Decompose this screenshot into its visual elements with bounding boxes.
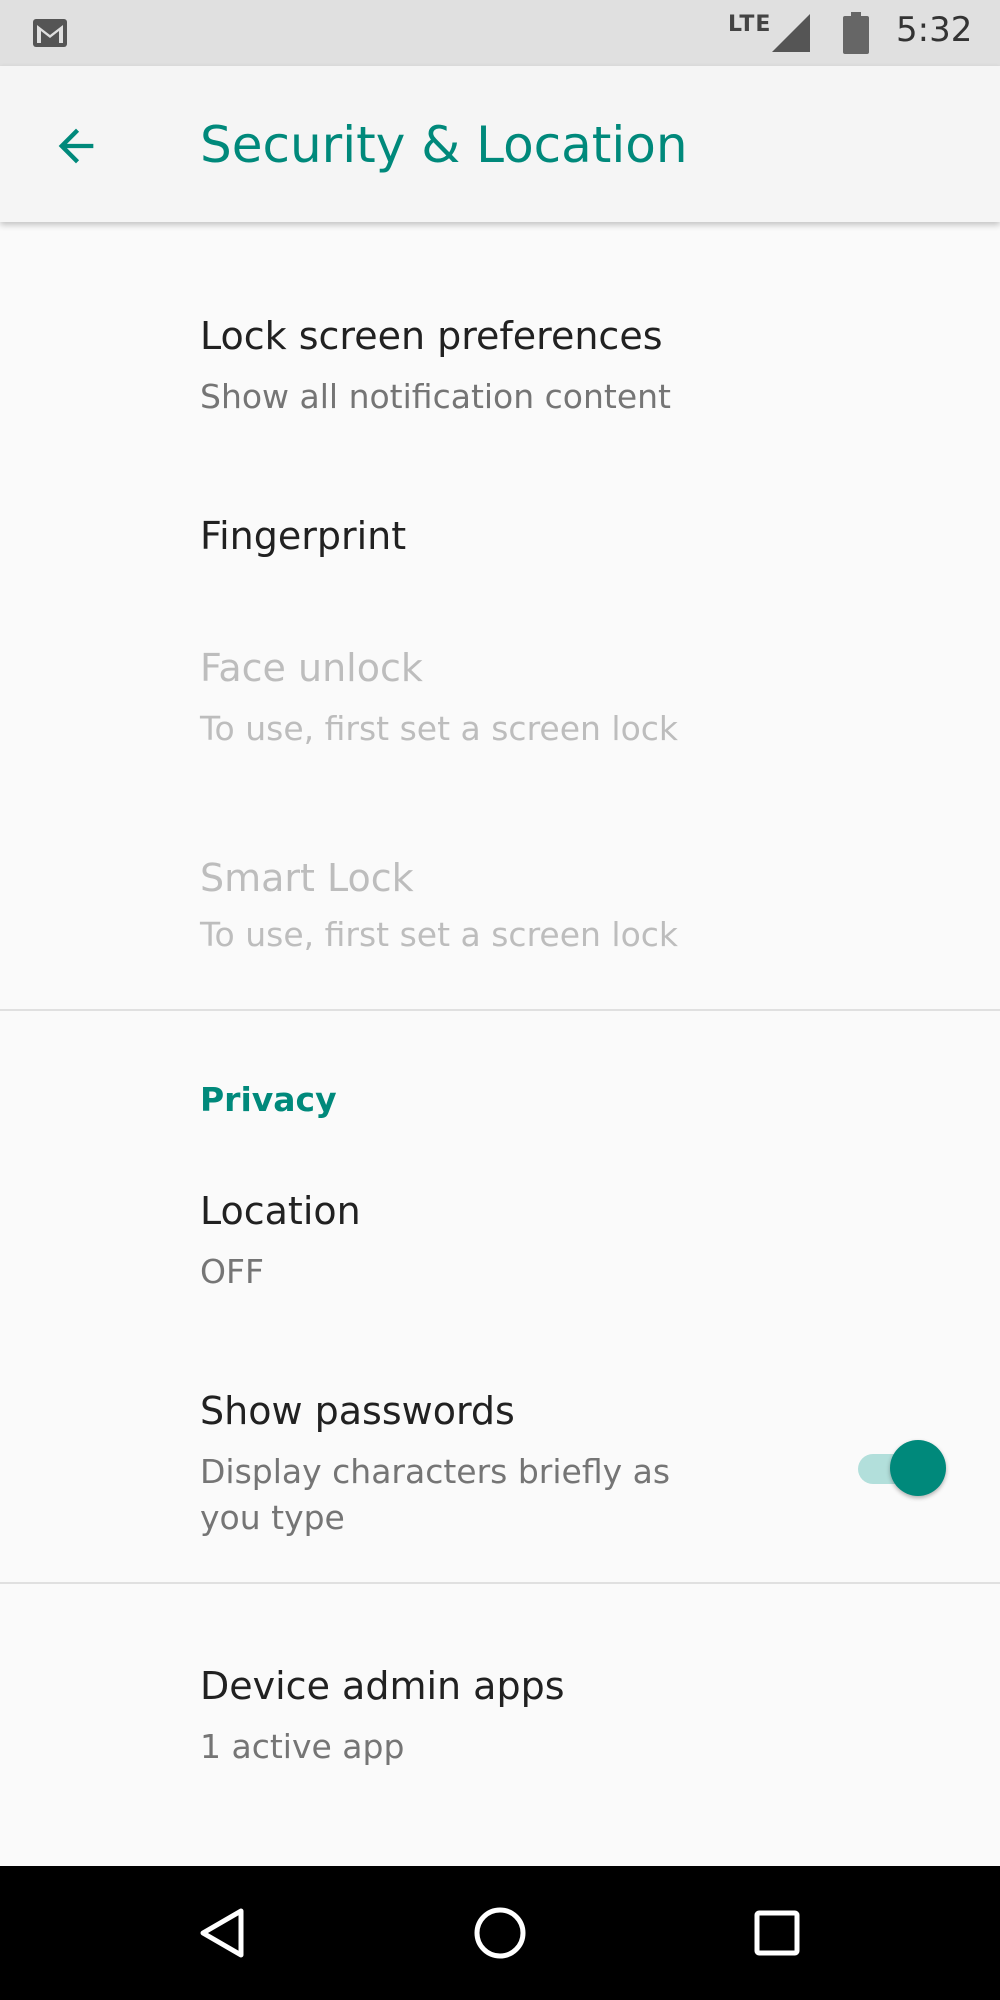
location-item[interactable]: Location OFF	[0, 1165, 1000, 1325]
item-summary-line-2: you type	[200, 1498, 345, 1537]
item-title: Device admin apps	[200, 1664, 565, 1708]
section-divider	[0, 1009, 1000, 1011]
back-triangle-icon	[200, 1908, 244, 1958]
privacy-section-header: Privacy	[200, 1080, 337, 1119]
device-admin-apps-item[interactable]: Device admin apps 1 active app	[0, 1640, 1000, 1800]
nav-back-button[interactable]	[178, 1888, 268, 1978]
page-title: Security & Location	[200, 116, 688, 174]
recents-square-icon	[754, 1910, 800, 1956]
item-summary: To use, first set a screen lock	[200, 709, 679, 748]
home-circle-icon	[474, 1907, 526, 1959]
item-title: Location	[200, 1189, 361, 1233]
show-passwords-toggle[interactable]	[858, 1440, 948, 1496]
item-title: Fingerprint	[200, 514, 407, 558]
smart-lock-item: Smart Lock To use, first set a screen lo…	[0, 832, 1000, 992]
navigation-bar	[0, 1866, 1000, 2000]
face-unlock-item: Face unlock To use, first set a screen l…	[0, 622, 1000, 782]
settings-screen: LTE 5:32 Security & Location Lock screen…	[0, 0, 1000, 2000]
nav-home-button[interactable]	[455, 1888, 545, 1978]
fingerprint-item[interactable]: Fingerprint	[0, 490, 1000, 590]
item-summary: 1 active app	[200, 1727, 405, 1766]
item-summary: Show all notification content	[200, 377, 671, 416]
back-button[interactable]	[40, 110, 112, 182]
toggle-thumb	[890, 1440, 946, 1496]
item-title: Lock screen preferences	[200, 314, 663, 358]
item-summary-line-1: Display characters briefly as	[200, 1452, 671, 1491]
show-passwords-item[interactable]: Show passwords Display characters briefl…	[0, 1365, 1000, 1565]
item-title: Face unlock	[200, 646, 423, 690]
app-bar: Security & Location	[0, 66, 1000, 222]
item-summary: OFF	[200, 1252, 264, 1291]
battery-icon	[843, 12, 869, 54]
status-clock: 5:32	[896, 10, 973, 50]
gmail-icon	[33, 19, 67, 47]
arrow-back-icon	[58, 128, 94, 164]
network-type-label: LTE	[728, 12, 772, 37]
signal-icon	[772, 14, 810, 52]
item-title: Smart Lock	[200, 856, 414, 900]
item-title: Show passwords	[200, 1389, 515, 1433]
section-divider	[0, 1582, 1000, 1584]
lock-screen-preferences-item[interactable]: Lock screen preferences Show all notific…	[0, 290, 1000, 450]
item-summary: To use, first set a screen lock	[200, 915, 679, 954]
nav-recents-button[interactable]	[732, 1888, 822, 1978]
status-bar: LTE 5:32	[0, 0, 1000, 66]
